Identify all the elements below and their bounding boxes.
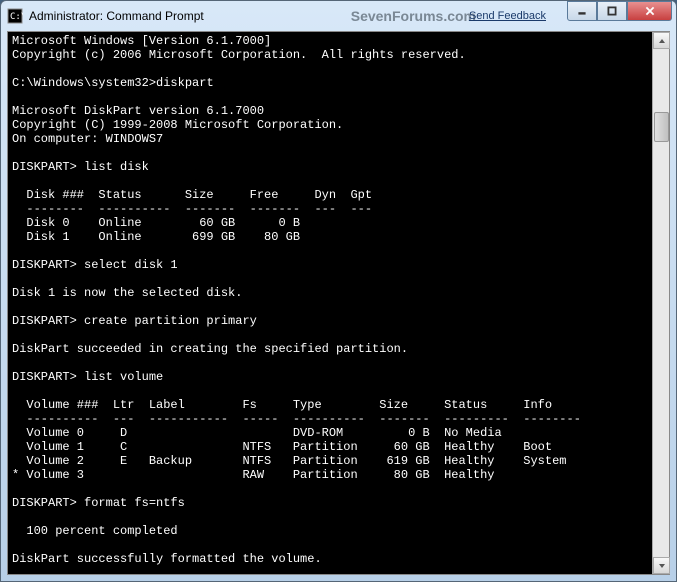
diskpart-copyright: Copyright (C) 1999-2008 Microsoft Corpor… <box>12 118 343 132</box>
svg-text:C:\: C:\ <box>10 12 23 22</box>
cmd-format: format fs=ntfs <box>84 496 185 510</box>
prompt-sys32: C:\Windows\system32> <box>12 76 156 90</box>
table-row: Disk 1 Online 699 GB 80 GB <box>12 230 300 244</box>
command-prompt-window: C:\ Administrator: Command Prompt SevenF… <box>0 0 677 582</box>
send-feedback-link[interactable]: Send Feedback <box>469 10 546 22</box>
cmd-listvol: list volume <box>84 370 163 384</box>
prompt-diskpart: DISKPART> <box>12 160 77 174</box>
prompt-diskpart: DISKPART> <box>12 370 77 384</box>
msg-progress: 100 percent completed <box>12 524 178 538</box>
msg-created: DiskPart succeeded in creating the speci… <box>12 342 408 356</box>
disk-table-sep: -------- ---------- ------- ------- --- … <box>12 202 372 216</box>
msg-selected: Disk 1 is now the selected disk. <box>12 286 242 300</box>
table-row: * Volume 3 RAW Partition 80 GB Healthy <box>12 468 494 482</box>
vol-table-sep: ---------- --- ----------- ----- -------… <box>12 412 581 426</box>
scrollbar-thumb[interactable] <box>654 112 669 142</box>
vertical-scrollbar[interactable] <box>652 32 669 574</box>
cmd-selectdisk: select disk 1 <box>84 258 178 272</box>
prompt-diskpart: DISKPART> <box>12 314 77 328</box>
cmd-icon: C:\ <box>7 8 23 24</box>
minimize-button[interactable] <box>567 1 597 21</box>
table-row: Volume 2 E Backup NTFS Partition 619 GB … <box>12 454 567 468</box>
diskpart-version: Microsoft DiskPart version 6.1.7000 <box>12 104 264 118</box>
cmd-listdisk: list disk <box>84 160 149 174</box>
scroll-down-button[interactable] <box>653 557 670 574</box>
console-area: Microsoft Windows [Version 6.1.7000] Cop… <box>7 31 670 575</box>
watermark-text: SevenForums.com <box>351 8 476 24</box>
close-button[interactable] <box>627 1 672 21</box>
prompt-diskpart: DISKPART> <box>12 258 77 272</box>
table-row: Volume 0 D DVD-ROM 0 B No Media <box>12 426 502 440</box>
table-row: Volume 1 C NTFS Partition 60 GB Healthy … <box>12 440 552 454</box>
titlebar[interactable]: C:\ Administrator: Command Prompt SevenF… <box>1 1 676 31</box>
disk-table-header: Disk ### Status Size Free Dyn Gpt <box>12 188 372 202</box>
maximize-button[interactable] <box>597 1 627 21</box>
diskpart-computer: On computer: WINDOWS7 <box>12 132 163 146</box>
vol-table-header: Volume ### Ltr Label Fs Type Size Status… <box>12 398 552 412</box>
cmd-createpart: create partition primary <box>84 314 257 328</box>
winver-line: Microsoft Windows [Version 6.1.7000] <box>12 34 271 48</box>
window-title: Administrator: Command Prompt <box>29 9 204 23</box>
prompt-diskpart: DISKPART> <box>12 496 77 510</box>
cmd-diskpart: diskpart <box>156 76 214 90</box>
console-output[interactable]: Microsoft Windows [Version 6.1.7000] Cop… <box>8 32 652 574</box>
copyright-line: Copyright (c) 2006 Microsoft Corporation… <box>12 48 466 62</box>
scroll-up-button[interactable] <box>653 32 670 49</box>
window-buttons <box>567 1 672 21</box>
msg-formatted: DiskPart successfully formatted the volu… <box>12 552 322 566</box>
table-row: Disk 0 Online 60 GB 0 B <box>12 216 300 230</box>
